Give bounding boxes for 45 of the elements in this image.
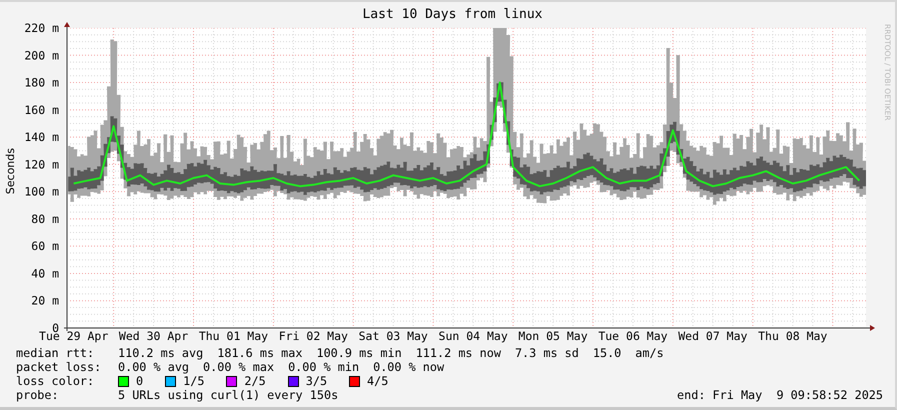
legend-value: 7.3 ms sd	[514, 346, 579, 360]
x-tick-label: Thu 08 May	[758, 329, 828, 343]
y-tick-label: 220 m	[24, 22, 59, 35]
y-tick-label: 40 m	[31, 266, 59, 280]
end-time: end: Fri May 9 09:58:52 2025	[677, 388, 883, 402]
y-tick-label: 80 m	[31, 212, 59, 226]
legend-value: 0.00 % max	[203, 360, 274, 374]
legend-label: packet loss:	[16, 360, 102, 374]
y-axis-label: Seconds	[4, 148, 16, 194]
x-tick-label: Fri 02 May	[278, 329, 348, 343]
x-tick-label: Wed 30 Apr	[118, 329, 188, 343]
y-tick-label: 0	[52, 321, 59, 335]
y-tick-label: 180 m	[24, 76, 59, 90]
legend-label: probe:	[16, 388, 60, 402]
legend-value: 100.9 ms min	[316, 346, 402, 360]
x-tick-label: Mon 05 May	[518, 329, 588, 343]
legend-value: 0.00 % now	[373, 360, 444, 374]
legend-value: 0.00 % min	[288, 360, 360, 374]
x-tick-label: Sun 04 May	[438, 329, 508, 343]
x-tick-label: Tue 06 May	[598, 329, 668, 343]
y-tick-label: 160 m	[24, 102, 59, 117]
legend-value: 3/5	[306, 374, 328, 388]
legend-value: 0.00 % avg	[118, 360, 190, 374]
legend-label: median rtt:	[16, 346, 96, 360]
chart-title: Last 10 Days from linux	[361, 7, 542, 22]
x-tick-label: Wed 07 May	[678, 329, 748, 343]
legend-value: 111.2 ms now	[416, 346, 501, 360]
legend-value: 110.2 ms avg	[118, 346, 204, 360]
legend-value: 2/5	[244, 374, 266, 388]
x-tick-label: Sat 03 May	[358, 329, 428, 343]
x-tick-label: Thu 01 May	[198, 329, 268, 343]
legend-value: 0	[136, 374, 144, 388]
legend-value: 15.0	[592, 346, 622, 360]
y-tick-label: 120 m	[24, 157, 59, 172]
legend-value: 181.6 ms max	[217, 346, 302, 360]
y-tick-label: 200 m	[24, 48, 59, 62]
y-tick-label: 20 m	[31, 294, 59, 308]
legend-value: am/s	[635, 346, 664, 360]
legend-value: 4/5	[367, 374, 388, 388]
legend-value: 1/5	[183, 374, 204, 388]
y-tick-label: 100 m	[24, 184, 59, 199]
legend-label: loss color:	[16, 374, 96, 388]
y-tick-label: 140 m	[24, 130, 59, 144]
y-tick-label: 60 m	[31, 239, 59, 254]
probe-text: 5 URLs using curl(1) every 150s	[118, 388, 338, 402]
